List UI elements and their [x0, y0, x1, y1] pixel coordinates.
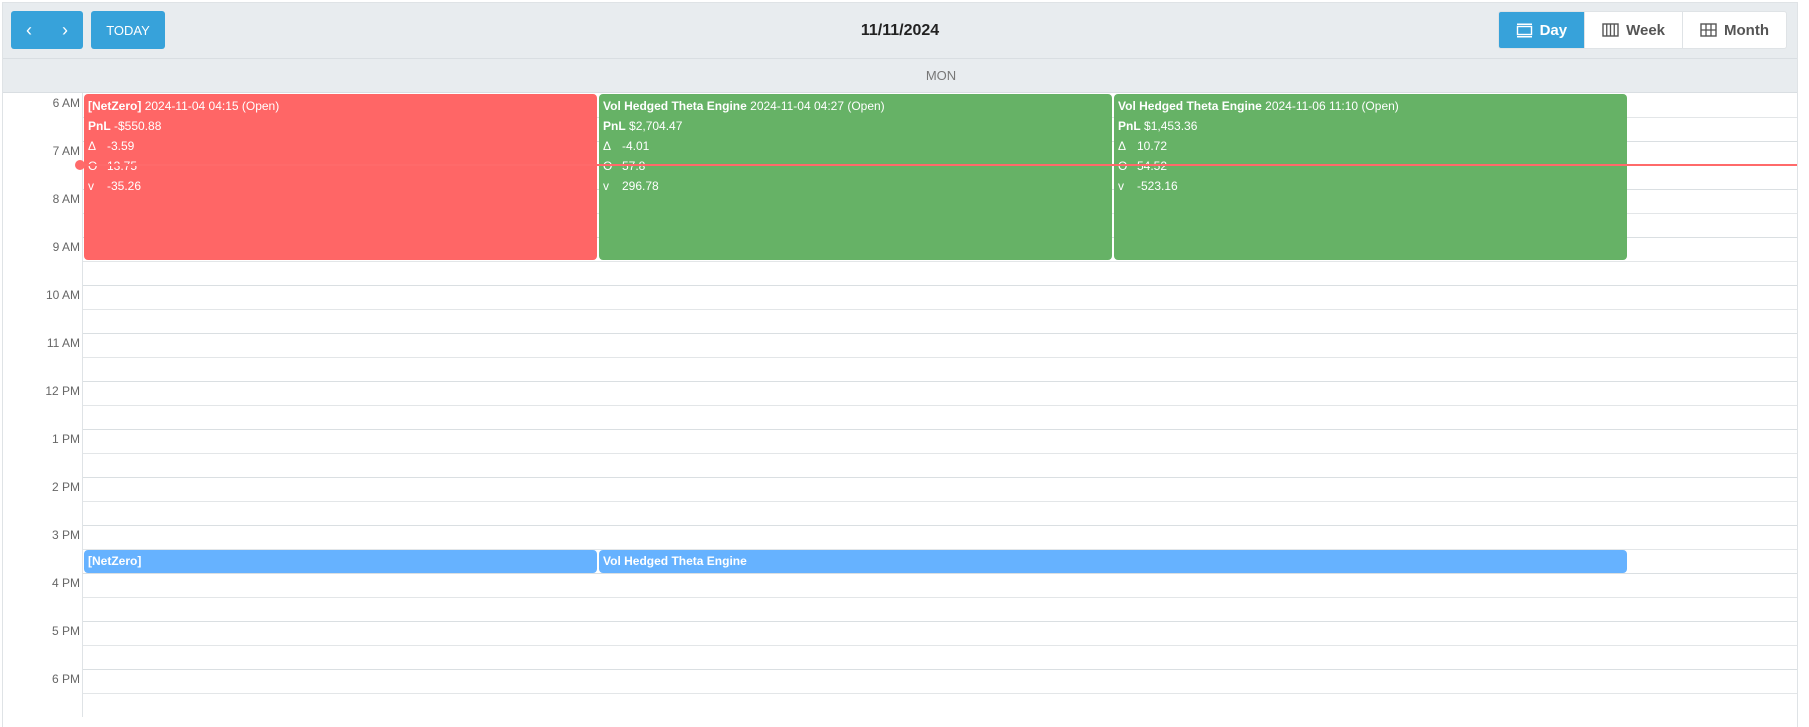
slot-line	[83, 477, 1797, 478]
calendar: ‹ › TODAY 11/11/2024 Day Week Month MON …	[2, 2, 1798, 727]
slot-line	[83, 525, 1797, 526]
event-pnl-row: PnL $1,453.36	[1118, 119, 1623, 139]
view-week-button[interactable]: Week	[1584, 12, 1682, 48]
hour-label: 1 PM	[51, 432, 80, 446]
greek-row: Θ 54.52	[1118, 159, 1623, 179]
calendar-event[interactable]: Vol Hedged Theta Engine 2024-11-06 11:10…	[1114, 94, 1627, 260]
slot-line	[83, 357, 1797, 358]
greek-value: 296.78	[622, 179, 659, 193]
calendar-event[interactable]: [NetZero]	[84, 550, 597, 574]
view-day-label: Day	[1539, 21, 1568, 39]
pnl-label: PnL	[603, 119, 626, 133]
event-detail: 2024-11-04 04:15 (Open)	[144, 99, 280, 113]
hour-label: 6 AM	[52, 96, 80, 110]
slot-line	[83, 333, 1797, 334]
hour-label: 10 AM	[45, 288, 80, 302]
calendar-event[interactable]: Vol Hedged Theta Engine 2024-11-04 04:27…	[599, 94, 1112, 260]
hour-label: 6 PM	[51, 672, 80, 686]
hour-label: 3 PM	[51, 528, 80, 542]
greek-symbol: Δ	[603, 139, 612, 153]
greek-row: Θ 57.8	[603, 159, 1108, 179]
event-detail: 2024-11-04 04:27 (Open)	[750, 99, 885, 113]
event-detail: 2024-11-06 11:10 (Open)	[1265, 99, 1399, 113]
event-title-row: Vol Hedged Theta Engine 2024-11-04 04:27…	[603, 99, 1108, 119]
greek-value: -4.01	[622, 139, 650, 153]
greek-row: v -523.16	[1118, 179, 1623, 199]
hour-label: 7 AM	[52, 144, 80, 158]
pnl-value: $2,704.47	[629, 119, 683, 133]
greek-row: Δ 10.72	[1118, 139, 1623, 159]
pnl-label: PnL	[88, 119, 111, 133]
greek-symbol: v	[1118, 179, 1124, 193]
greek-symbol: v	[603, 179, 609, 193]
calendar-toolbar: ‹ › TODAY 11/11/2024 Day Week Month	[3, 3, 1797, 59]
slot-line	[83, 621, 1797, 622]
current-time-line	[83, 164, 1797, 166]
pnl-value: -$550.88	[114, 119, 162, 133]
hour-label: 5 PM	[51, 624, 80, 638]
event-name: [NetZero]	[88, 554, 142, 568]
week-view-icon	[1602, 23, 1619, 37]
time-grid: 6 AM 7 AM 8 AM 9 AM 10 AM 11 AM 12 PM 1 PM 2 PM 3…	[3, 93, 1797, 717]
pnl-label: PnL	[1118, 119, 1141, 133]
hour-label: 2 PM	[51, 480, 80, 494]
greek-symbol: Θ	[1118, 159, 1128, 173]
greek-value: 10.72	[1137, 139, 1168, 153]
event-title-row: Vol Hedged Theta Engine 2024-11-06 11:10…	[1118, 99, 1623, 119]
slot-line	[83, 693, 1797, 694]
day-column-header: MON	[3, 59, 1797, 93]
greek-row: v -35.26	[88, 179, 593, 199]
hour-label: 4 PM	[51, 576, 80, 590]
hour-label: 8 AM	[52, 192, 80, 206]
slot-line	[83, 573, 1797, 574]
slot-line	[83, 381, 1797, 382]
slot-line	[83, 285, 1797, 286]
slot-line	[83, 501, 1797, 502]
view-month-button[interactable]: Month	[1682, 12, 1786, 48]
day-view-icon	[1516, 23, 1532, 37]
greek-symbol: Θ	[603, 159, 613, 173]
calendar-event[interactable]: Vol Hedged Theta Engine	[599, 550, 1627, 574]
event-name: Vol Hedged Theta Engine	[603, 99, 747, 113]
event-pnl-row: PnL -$550.88	[88, 119, 593, 139]
greek-row: Δ -4.01	[603, 139, 1108, 159]
greek-symbol: v	[88, 179, 94, 193]
view-month-label: Month	[1724, 21, 1769, 39]
greek-row: Δ -3.59	[88, 139, 593, 159]
event-name: Vol Hedged Theta Engine	[603, 554, 747, 568]
hour-label: 12 PM	[45, 384, 80, 398]
time-gutter: 6 AM 7 AM 8 AM 9 AM 10 AM 11 AM 12 PM 1 PM 2 PM 3…	[3, 93, 83, 717]
greek-value: -3.59	[107, 139, 135, 153]
greek-row: Θ 13.75	[88, 159, 593, 179]
slot-line	[83, 645, 1797, 646]
hour-label: 11 AM	[46, 336, 80, 350]
slot-line	[83, 669, 1797, 670]
greek-value: 13.75	[107, 159, 138, 173]
hour-label: 9 AM	[52, 240, 80, 254]
month-view-icon	[1700, 23, 1717, 37]
greek-symbol: Δ	[1118, 139, 1127, 153]
greek-row: v 296.78	[603, 179, 1108, 199]
view-day-button[interactable]: Day	[1498, 12, 1585, 48]
view-switcher: Day Week Month	[1497, 11, 1787, 49]
greek-symbol: Δ	[88, 139, 97, 153]
slot-line	[83, 261, 1797, 262]
view-week-label: Week	[1626, 21, 1666, 39]
event-name: Vol Hedged Theta Engine	[1118, 99, 1262, 113]
slot-line	[83, 597, 1797, 598]
slot-line	[83, 453, 1797, 454]
greek-value: 57.8	[622, 159, 646, 173]
event-title-row: [NetZero] 2024-11-04 04:15 (Open)	[88, 99, 593, 119]
greek-value: 54.52	[1137, 159, 1168, 173]
greek-value: -35.26	[107, 179, 142, 193]
slot-line	[83, 405, 1797, 406]
pnl-value: $1,453.36	[1144, 119, 1198, 133]
event-pnl-row: PnL $2,704.47	[603, 119, 1108, 139]
slot-line	[83, 429, 1797, 430]
slot-line	[83, 309, 1797, 310]
event-name: [NetZero]	[88, 99, 142, 113]
calendar-event[interactable]: [NetZero] 2024-11-04 04:15 (Open) PnL -$5…	[84, 94, 597, 260]
greek-symbol: Θ	[88, 159, 98, 173]
greek-value: -523.16	[1137, 179, 1178, 193]
